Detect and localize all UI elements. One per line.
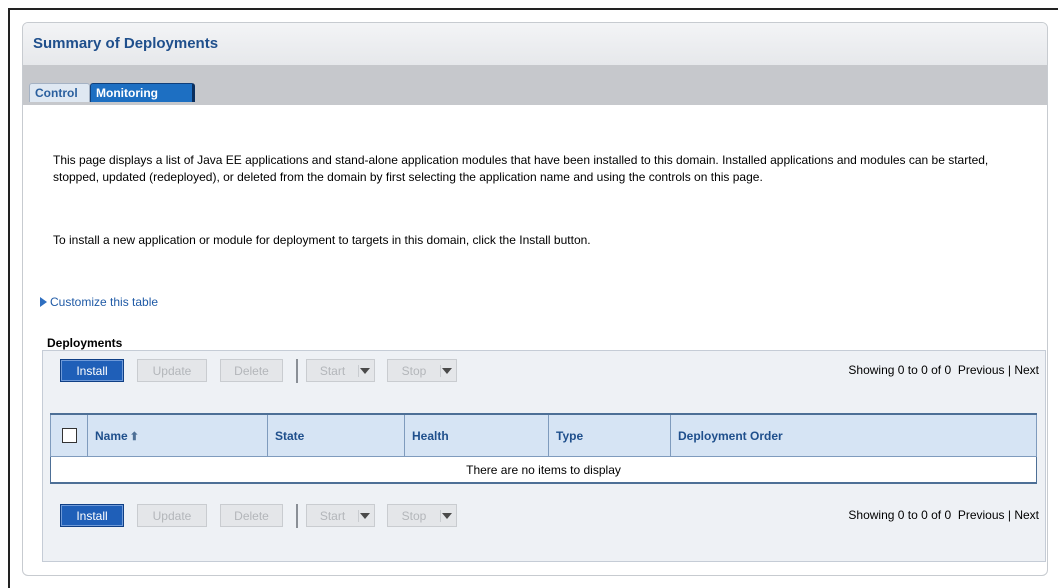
paging-top: Showing 0 to 0 of 0 Previous | Next [848,363,1039,377]
column-header-state[interactable]: State [267,413,405,457]
start-button-bottom[interactable]: Start [306,504,375,527]
previous-link[interactable]: Previous [958,508,1005,522]
table-title: Deployments [47,336,123,350]
column-header-name[interactable]: Name ⬆ [87,413,268,457]
column-header-deployment-order[interactable]: Deployment Order [670,413,1037,457]
toolbar-separator [296,359,298,383]
paging-separator: | [1007,363,1011,377]
name-header-label: Name [95,428,128,443]
install-button-top[interactable]: Install [60,359,124,382]
install-button-bottom[interactable]: Install [60,504,124,527]
top-toolbar: Install Update Delete Start Stop Showing… [43,351,1045,383]
start-label: Start [319,364,346,378]
install-hint: To install a new application or module f… [53,233,591,247]
paging-bottom: Showing 0 to 0 of 0 Previous | Next [848,508,1039,522]
update-button-top[interactable]: Update [137,359,207,382]
expand-triangle-icon [40,297,47,307]
tab-bar: Control Monitoring [23,65,1047,105]
chevron-down-icon[interactable] [358,510,371,522]
table-header-row: Name ⬆ State Health Type Deployment Order [50,413,1037,457]
delete-button-bottom[interactable]: Delete [220,504,283,527]
start-button-top[interactable]: Start [306,359,375,382]
deployments-summary-panel: Summary of Deployments Control Monitorin… [22,22,1048,576]
toolbar-separator [296,504,298,528]
empty-table-message: There are no items to display [50,456,1037,484]
update-button-bottom[interactable]: Update [137,504,207,527]
previous-link[interactable]: Previous [958,363,1005,377]
chevron-down-icon[interactable] [440,510,453,522]
paging-summary: Showing 0 to 0 of 0 [848,363,952,377]
tab-control[interactable]: Control [29,83,90,102]
title-bar: Summary of Deployments [23,23,1047,65]
sort-ascending-icon[interactable]: ⬆ [130,431,139,443]
page-title: Summary of Deployments [33,35,219,52]
stop-label: Stop [401,509,427,523]
paging-summary: Showing 0 to 0 of 0 [848,508,952,522]
column-header-health[interactable]: Health [404,413,549,457]
select-all-checkbox[interactable] [61,428,77,444]
customize-table-link[interactable]: Customize this table [40,295,158,309]
next-link[interactable]: Next [1014,363,1039,377]
deployments-table: Name ⬆ State Health Type Deployment Order… [50,413,1037,484]
delete-button-top[interactable]: Delete [220,359,283,382]
paging-separator: | [1007,508,1011,522]
tab-monitoring[interactable]: Monitoring [90,83,195,102]
table-row: There are no items to display [50,456,1037,484]
chevron-down-icon[interactable] [440,365,453,377]
deployments-table-container: Install Update Delete Start Stop Showing… [42,350,1046,562]
stop-button-top[interactable]: Stop [387,359,457,382]
bottom-toolbar: Install Update Delete Start Stop Showing… [43,496,1045,528]
chevron-down-icon[interactable] [358,365,371,377]
customize-label: Customize this table [50,295,159,309]
start-label: Start [319,509,346,523]
next-link[interactable]: Next [1014,508,1039,522]
page-description: This page displays a list of Java EE app… [53,153,989,184]
stop-button-bottom[interactable]: Stop [387,504,457,527]
select-all-header [50,413,88,457]
stop-label: Stop [401,364,427,378]
column-header-type[interactable]: Type [548,413,671,457]
